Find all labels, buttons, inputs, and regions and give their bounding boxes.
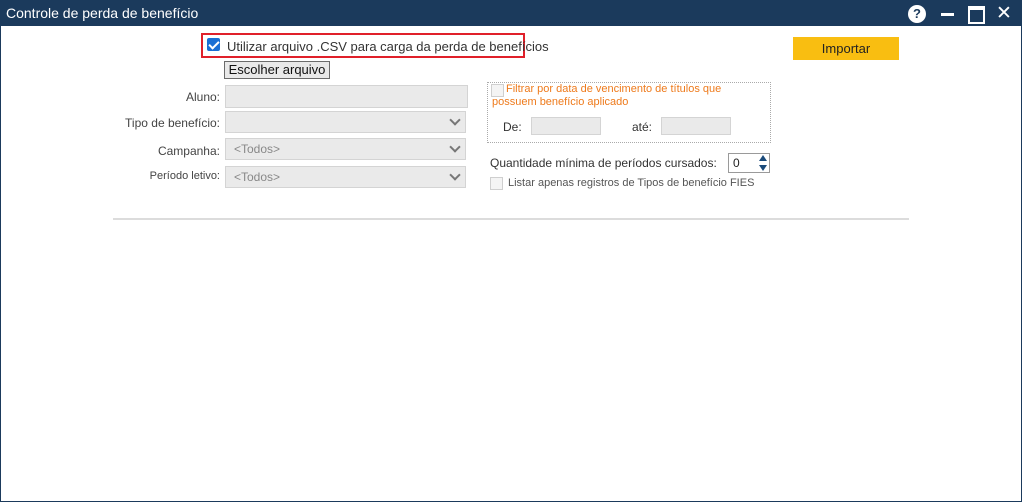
help-icon[interactable]: ?: [908, 5, 926, 23]
window-title: Controle de perda de benefício: [6, 5, 199, 21]
periodo-letivo-label: Período letivo:: [149, 170, 220, 182]
main-window: Controle de perda de benefício ? ✕: [0, 0, 1022, 502]
date-filter-label[interactable]: Filtrar por data de vencimento de título…: [492, 83, 768, 109]
aluno-input[interactable]: [225, 85, 468, 108]
periodo-letivo-value: <Todos>: [234, 170, 281, 184]
fies-checkbox-label[interactable]: Listar apenas registros de Tipos de bene…: [508, 177, 754, 189]
quantity-stepper[interactable]: 0: [728, 153, 770, 173]
chevron-down-icon: [449, 141, 461, 153]
tipo-beneficio-label: Tipo de benefício:: [125, 116, 220, 130]
de-date-input[interactable]: [531, 117, 601, 135]
spin-down-icon[interactable]: [759, 165, 767, 171]
spin-up-icon[interactable]: [759, 155, 767, 161]
chevron-down-icon: [449, 169, 461, 181]
csv-checkbox[interactable]: [207, 38, 220, 51]
campanha-label: Campanha:: [157, 144, 220, 158]
campanha-value: <Todos>: [234, 142, 281, 156]
fies-checkbox[interactable]: [490, 177, 503, 190]
ate-date-input[interactable]: [661, 117, 731, 135]
close-icon[interactable]: ✕: [994, 4, 1014, 24]
minimize-icon[interactable]: [938, 4, 958, 24]
csv-checkbox-label[interactable]: Utilizar arquivo .CSV para carga da perd…: [227, 39, 549, 54]
quantity-value: 0: [733, 156, 740, 170]
tipo-beneficio-select[interactable]: [225, 111, 466, 133]
campanha-select[interactable]: <Todos>: [225, 138, 466, 160]
title-bar: Controle de perda de benefício ? ✕: [1, 1, 1021, 26]
aluno-label: Aluno:: [185, 90, 220, 104]
maximize-icon[interactable]: [966, 4, 986, 24]
ate-label: até:: [632, 120, 653, 134]
choose-file-button[interactable]: Escolher arquivo: [224, 61, 330, 79]
quantity-label: Quantidade mínima de períodos cursados:: [490, 156, 717, 170]
section-divider: [113, 218, 909, 220]
de-label: De:: [503, 120, 522, 134]
periodo-letivo-select[interactable]: <Todos>: [225, 166, 466, 188]
chevron-down-icon: [449, 114, 461, 126]
import-button[interactable]: Importar: [793, 37, 899, 60]
